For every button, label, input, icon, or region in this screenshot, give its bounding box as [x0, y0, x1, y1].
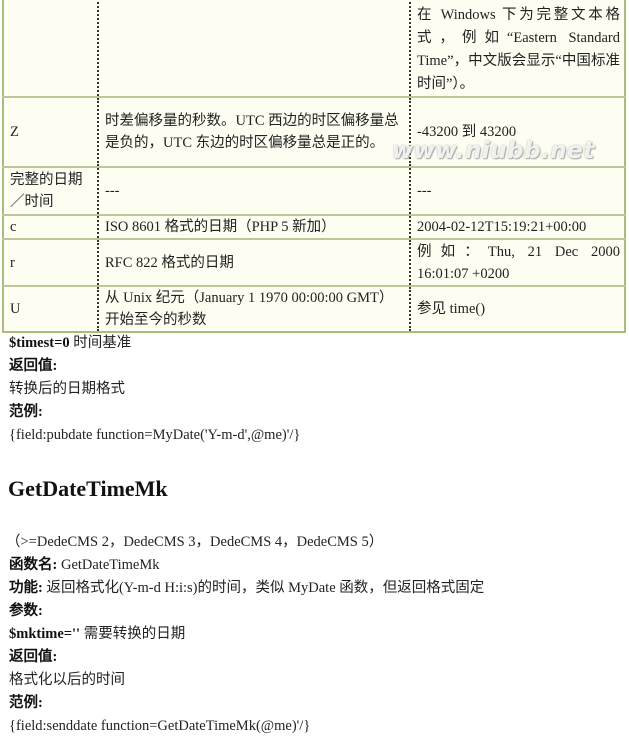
function-line: 功能: 返回格式化(Y-m-d H:i:s)的时间，类似 MyDate 函数，但… — [9, 578, 484, 598]
format-code-cell: 完整的日期／时间 — [3, 166, 98, 215]
func-name-line: 函数名: GetDateTimeMk — [9, 555, 160, 575]
return-label: 返回值: — [9, 649, 58, 665]
mydate-return-label: 返回值: — [9, 358, 58, 374]
example-cell: 参见 time() — [409, 285, 625, 332]
format-code-cell: U — [3, 285, 98, 332]
function-value: 返回格式化(Y-m-d H:i:s)的时间，类似 MyDate 函数，但返回格式… — [42, 580, 485, 596]
table-row: U 从 Unix 纪元（January 1 1970 00:00:00 GMT）… — [3, 285, 625, 332]
description-cell: 时差偏移量的秒数。UTC 西边的时区偏移量总是负的，UTC 东边的时区偏移量总是… — [97, 96, 410, 167]
mydate-return-value: 转换后的日期格式 — [9, 381, 125, 397]
description-cell: 从 Unix 纪元（January 1 1970 00:00:00 GMT）开始… — [97, 285, 410, 332]
params-label: 参数: — [9, 603, 43, 619]
description-cell: ISO 8601 格式的日期（PHP 5 新加） — [97, 214, 410, 239]
description-cell: RFC 822 格式的日期 — [97, 238, 410, 286]
watermark: www.niubb.net — [392, 138, 595, 164]
format-code-cell: c — [3, 214, 98, 239]
mydate-example-code: {field:pubdate function=MyDate('Y-m-d',@… — [9, 427, 301, 443]
table-row: 在 Windows 下为完整文本格式，例如“Eastern Standard T… — [3, 0, 625, 97]
format-code-cell — [3, 0, 98, 97]
format-code-cell: r — [3, 238, 98, 286]
mydate-example-label: 范例: — [9, 404, 43, 420]
section-heading: GetDateTimeMk — [8, 476, 168, 501]
param-name: $mktime='' — [9, 626, 81, 642]
example-cell: --- — [409, 166, 625, 215]
versions: （>=DedeCMS 2，DedeCMS 3，DedeCMS 4，DedeCMS… — [6, 534, 384, 550]
func-name-label: 函数名: — [9, 557, 58, 573]
function-label: 功能: — [9, 580, 43, 596]
format-code-cell: Z — [3, 96, 98, 167]
func-name-value: GetDateTimeMk — [57, 557, 160, 573]
return-value: 格式化以后的时间 — [9, 672, 125, 688]
example-cell: 2004-02-12T15:19:21+00:00 — [409, 214, 625, 239]
example-cell: 在 Windows 下为完整文本格式，例如“Eastern Standard T… — [409, 0, 625, 97]
date-format-table: 在 Windows 下为完整文本格式，例如“Eastern Standard T… — [2, 0, 626, 333]
param-name: $timest=0 — [9, 335, 70, 351]
description-cell: --- — [97, 166, 410, 215]
table-row: c ISO 8601 格式的日期（PHP 5 新加） 2004-02-12T15… — [3, 214, 625, 239]
param-desc: 需要转换的日期 — [80, 626, 186, 642]
param-line: $mktime='' 需要转换的日期 — [9, 624, 185, 644]
table-row: r RFC 822 格式的日期 例如：Thu, 21 Dec 2000 16:0… — [3, 238, 625, 286]
example-code: {field:senddate function=GetDateTimeMk(@… — [9, 718, 311, 734]
param-desc: 时间基准 — [69, 335, 132, 351]
example-cell: 例如：Thu, 21 Dec 2000 16:01:07 +0200 — [409, 238, 625, 286]
mydate-param-line: $timest=0 时间基准 — [9, 333, 131, 353]
description-cell — [97, 0, 410, 97]
example-label: 范例: — [9, 695, 43, 711]
table-row: 完整的日期／时间 --- --- — [3, 166, 625, 215]
